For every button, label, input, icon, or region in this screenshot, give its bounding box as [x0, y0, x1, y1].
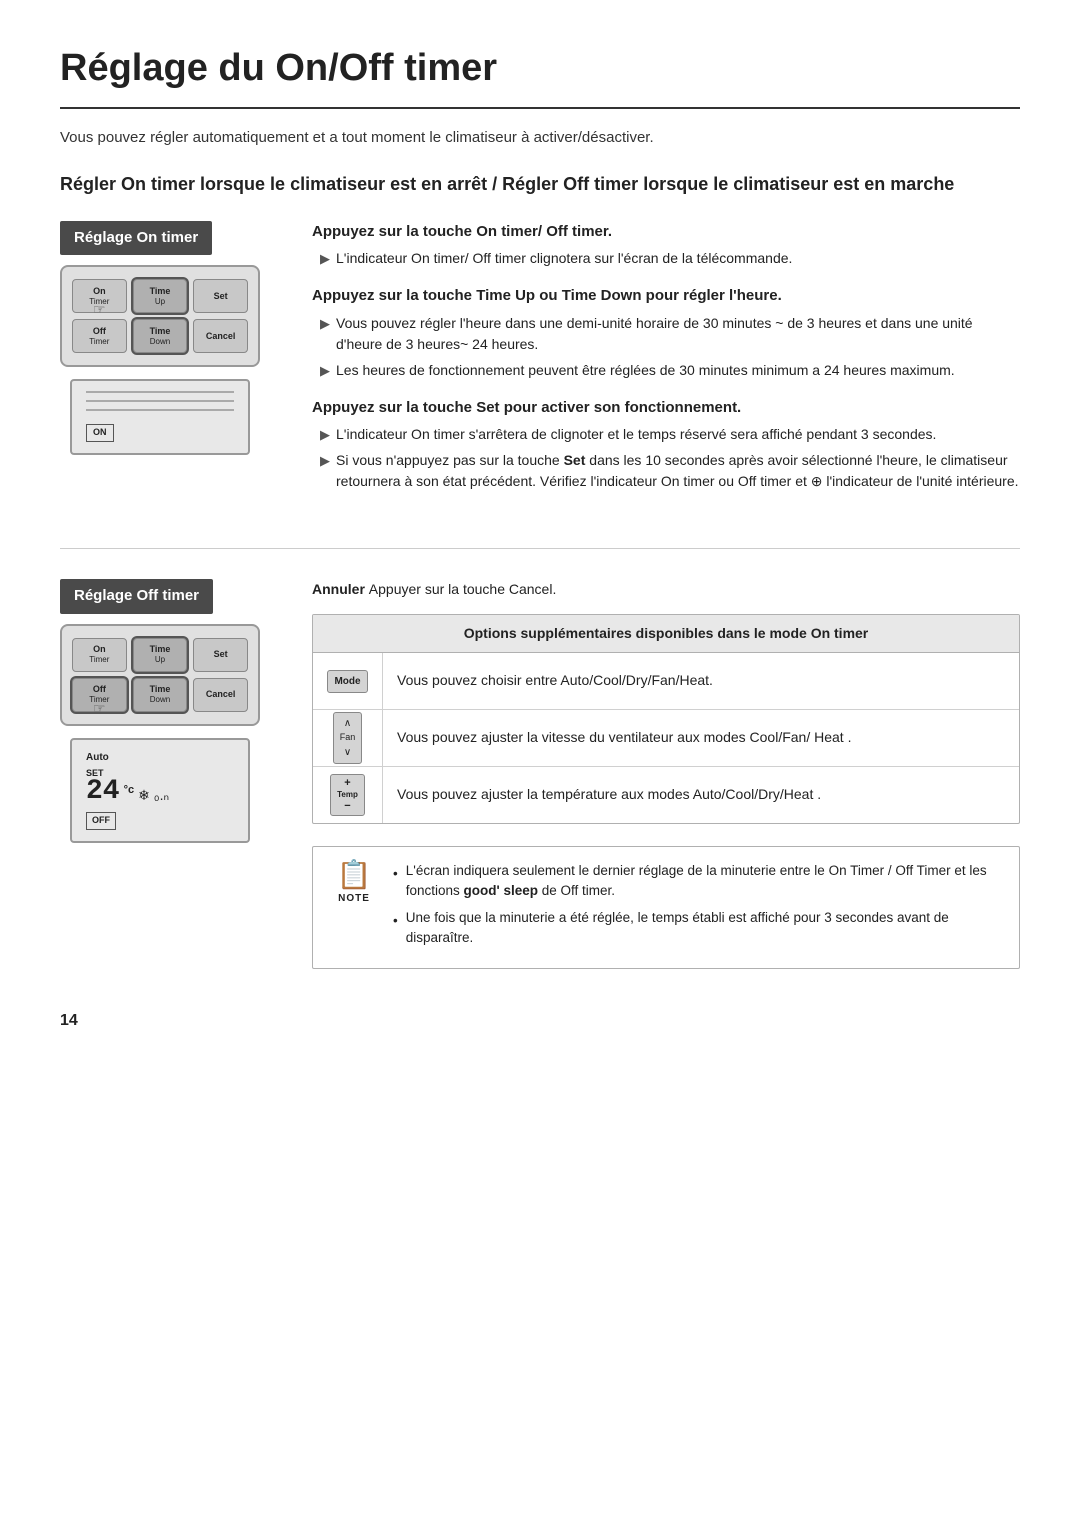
bullet-arrow-icon-4: ▶	[320, 425, 330, 445]
step-2: Appuyez sur la touche Time Up ou Time Do…	[312, 285, 1020, 381]
off-timer-label: Réglage Off timer	[60, 579, 213, 614]
step-1-title: Appuyez sur la touche On timer/ Off time…	[312, 221, 1020, 244]
page-number: 14	[60, 1009, 1020, 1033]
step-2-bullet-2: ▶ Les heures de fonctionnement peuvent ê…	[312, 360, 1020, 381]
on-timer-remote: On Timer ☞ Time Up Set Off Timer Time	[60, 265, 260, 367]
bullet-arrow-icon: ▶	[320, 249, 330, 269]
note-box: 📋 NOTE • L'écran indiquera seulement le …	[312, 846, 1020, 969]
off-timer-key-2[interactable]: Off Timer ☞	[72, 678, 127, 712]
note-text-1: L'écran indiquera seulement le dernier r…	[406, 861, 1003, 902]
main-heading: Régler On timer lorsque le climatiseur e…	[60, 172, 1020, 197]
off-badge: OFF	[86, 812, 116, 830]
fan-button[interactable]: ∧ Fan ∨	[333, 712, 363, 764]
cancel-key[interactable]: Cancel	[193, 319, 248, 353]
mode-icon-cell: Mode	[313, 653, 383, 709]
options-table: Options supplémentaires disponibles dans…	[312, 614, 1020, 824]
lcd-deg: °c	[124, 782, 135, 799]
cancel-key-2[interactable]: Cancel	[193, 678, 248, 712]
page-title: Réglage du On/Off timer	[60, 40, 1020, 109]
mode-button[interactable]: Mode	[327, 670, 367, 693]
step-2-bullet-text-1: Vous pouvez régler l'heure dans une demi…	[336, 313, 1020, 355]
temp-text: Vous pouvez ajuster la température aux m…	[383, 775, 1019, 815]
fan-icon-cell: ∧ Fan ∨	[313, 710, 383, 766]
set-key[interactable]: Set	[193, 279, 248, 313]
options-row-mode: Mode Vous pouvez choisir entre Auto/Cool…	[313, 653, 1019, 710]
annuler-text: Appuyer sur la touche Cancel.	[369, 581, 557, 597]
bullet-arrow-icon-5: ▶	[320, 451, 330, 492]
on-timer-label: Réglage On timer	[60, 221, 212, 256]
note-bullet-2: • Une fois que la minuterie a été réglée…	[393, 908, 1003, 949]
lcd-auto: Auto	[86, 750, 234, 765]
options-table-header: Options supplémentaires disponibles dans…	[313, 615, 1019, 653]
time-down-key-2[interactable]: Time Down	[133, 678, 188, 712]
off-timer-key[interactable]: Off Timer	[72, 319, 127, 353]
temp-icon-cell: + Temp −	[313, 767, 383, 823]
time-up-key[interactable]: Time Up	[133, 279, 188, 313]
on-timer-lcd: ON	[70, 379, 250, 455]
bullet-arrow-icon-2: ▶	[320, 314, 330, 355]
step-1-bullet-text: L'indicateur On timer/ Off timer clignot…	[336, 248, 792, 269]
step-3-bullet-text-2: Si vous n'appuyez pas sur la touche Set …	[336, 450, 1020, 492]
fan-text: Vous pouvez ajuster la vitesse du ventil…	[383, 718, 1019, 758]
on-timer-key[interactable]: On Timer ☞	[72, 279, 127, 313]
step-1-bullet-1: ▶ L'indicateur On timer/ Off timer clign…	[312, 248, 1020, 269]
temp-button[interactable]: + Temp −	[330, 774, 365, 816]
on-timer-key-2[interactable]: On Timer	[72, 638, 127, 672]
options-row-temp: + Temp − Vous pouvez ajuster la températ…	[313, 767, 1019, 823]
note-dot-icon-1: •	[393, 864, 398, 902]
step-3-bullet-1: ▶ L'indicateur On timer s'arrêtera de cl…	[312, 424, 1020, 445]
annuler-label: Annuler	[312, 581, 365, 597]
note-bullet-1: • L'écran indiquera seulement le dernier…	[393, 861, 1003, 902]
fan-icon: ❄︎ ₀.ₙ	[138, 785, 169, 806]
step-3-title: Appuyez sur la touche Set pour activer s…	[312, 397, 1020, 420]
annuler-row: Annuler Appuyer sur la touche Cancel.	[312, 579, 1020, 600]
step-3: Appuyez sur la touche Set pour activer s…	[312, 397, 1020, 493]
on-timer-instructions: Appuyez sur la touche On timer/ Off time…	[312, 221, 1020, 509]
options-row-fan: ∧ Fan ∨ Vous pouvez ajuster la vitesse d…	[313, 710, 1019, 767]
step-1: Appuyez sur la touche On timer/ Off time…	[312, 221, 1020, 270]
off-timer-remote: On Timer Time Up Set Off Timer ☞ Time	[60, 624, 260, 726]
step-2-title: Appuyez sur la touche Time Up ou Time Do…	[312, 285, 1020, 308]
step-3-bullet-2: ▶ Si vous n'appuyez pas sur la touche Se…	[312, 450, 1020, 492]
step-3-bullet-text-1: L'indicateur On timer s'arrêtera de clig…	[336, 424, 936, 445]
note-text-2: Une fois que la minuterie a été réglée, …	[406, 908, 1003, 949]
on-badge: ON	[86, 424, 114, 442]
note-label: NOTE	[338, 891, 370, 906]
note-icon-col: 📋 NOTE	[329, 861, 379, 954]
set-key-2[interactable]: Set	[193, 638, 248, 672]
bullet-arrow-icon-3: ▶	[320, 361, 330, 381]
time-down-key[interactable]: Time Down	[133, 319, 188, 353]
mode-text: Vous pouvez choisir entre Auto/Cool/Dry/…	[383, 661, 1019, 701]
note-icon: 📋	[337, 861, 372, 889]
off-timer-lcd: Auto SET 24 °c ❄︎ ₀.ₙ OFF	[70, 738, 250, 843]
note-content: • L'écran indiquera seulement le dernier…	[393, 861, 1003, 954]
step-2-bullet-1: ▶ Vous pouvez régler l'heure dans une de…	[312, 313, 1020, 355]
time-up-key-2[interactable]: Time Up	[133, 638, 188, 672]
note-dot-icon-2: •	[393, 911, 398, 949]
step-2-bullet-text-2: Les heures de fonctionnement peuvent êtr…	[336, 360, 955, 381]
subtitle: Vous pouvez régler automatiquement et a …	[60, 127, 1020, 150]
lcd-temp: 24	[86, 778, 120, 806]
off-timer-right: Annuler Appuyer sur la touche Cancel. Op…	[312, 579, 1020, 969]
